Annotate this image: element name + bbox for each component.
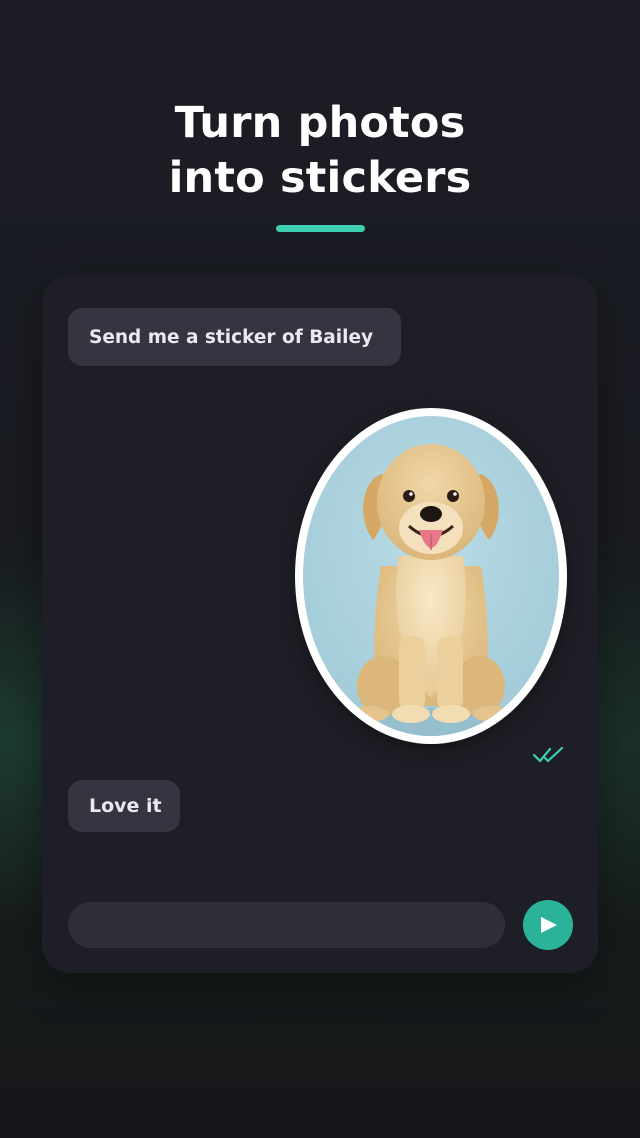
headline-line-2: into stickers: [168, 153, 472, 203]
dog-sticker[interactable]: [295, 408, 567, 744]
headline-underline: [276, 225, 365, 232]
headline: Turn photos into stickers: [0, 96, 640, 206]
message-text: Send me a sticker of Bailey: [89, 326, 374, 348]
message-bubble-reply: Love it: [68, 780, 180, 832]
dog-sticker-image: [303, 416, 559, 736]
send-button[interactable]: [523, 900, 573, 950]
message-input[interactable]: [68, 902, 505, 948]
message-bubble-request: Send me a sticker of Bailey: [68, 308, 401, 366]
message-text: Love it: [89, 795, 162, 817]
chat-card: Send me a sticker of Bailey Love it: [42, 275, 598, 973]
play-triangle-icon: [541, 917, 557, 933]
headline-line-1: Turn photos: [174, 98, 466, 148]
double-check-icon: [532, 746, 564, 763]
